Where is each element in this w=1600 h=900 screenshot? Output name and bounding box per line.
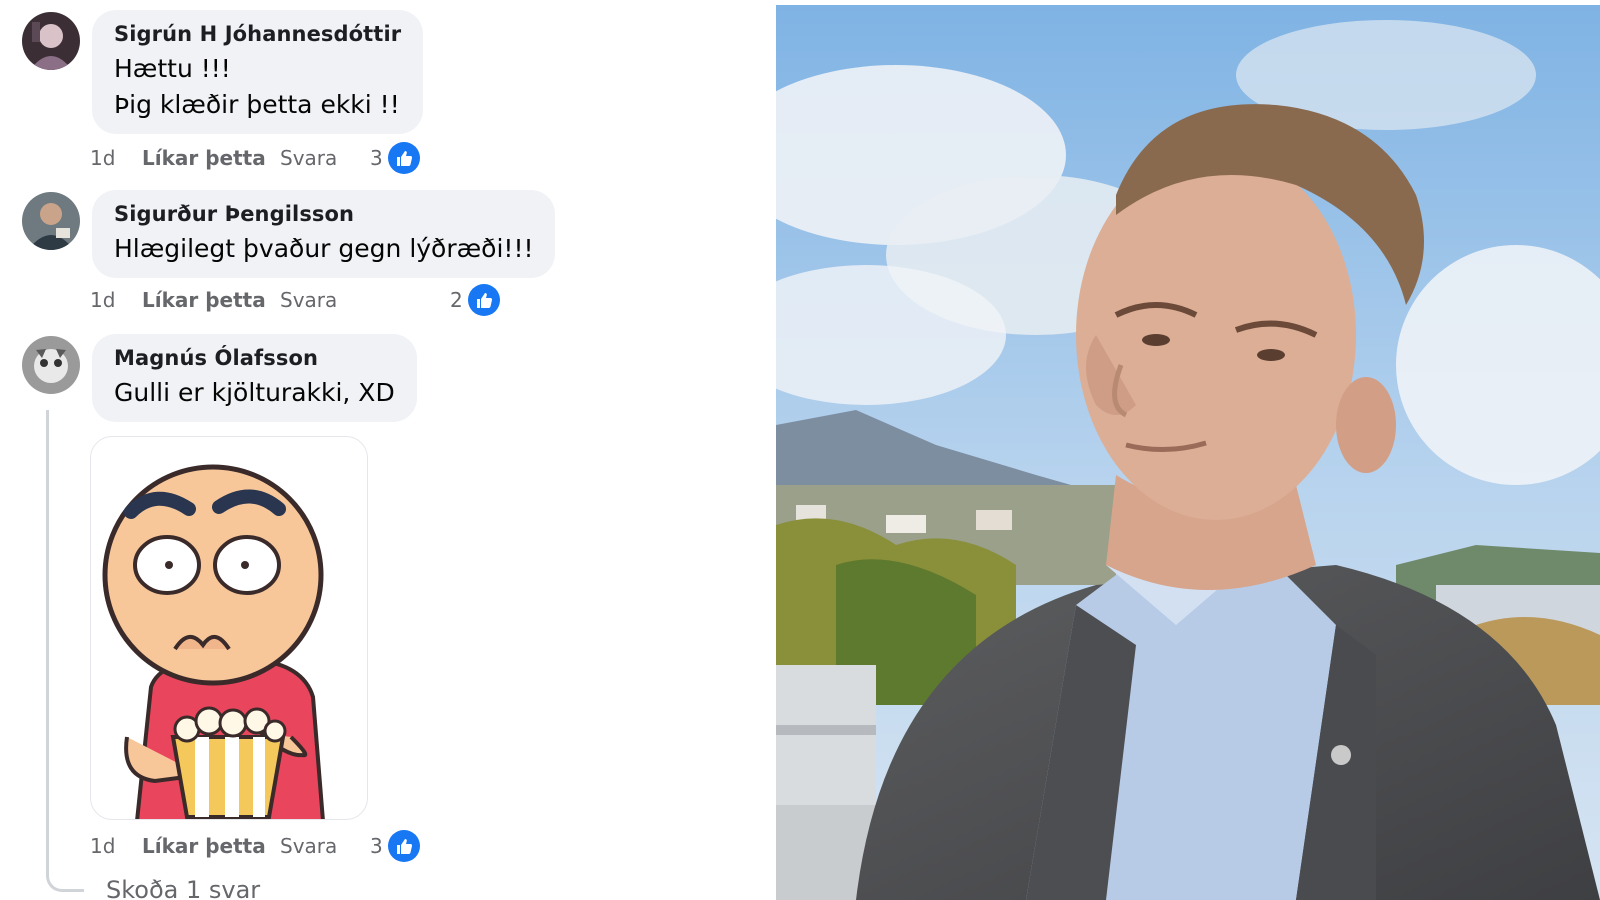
comment-actions: 1d Líkar þetta Svara 3 xyxy=(90,829,420,863)
comment-text-line: Hlægilegt þvaður gegn lýðræði!!! xyxy=(114,234,534,263)
comment-time[interactable]: 1d xyxy=(90,288,142,312)
reaction-count[interactable]: 2 xyxy=(450,288,463,312)
comment-actions: 1d Líkar þetta Svara 3 xyxy=(90,141,420,175)
reply-button[interactable]: Svara xyxy=(280,146,360,170)
comment-time[interactable]: 1d xyxy=(90,834,142,858)
comment-bubble: Magnús Ólafsson Gulli er kjölturakki, XD xyxy=(92,334,417,422)
like-button[interactable]: Líkar þetta xyxy=(142,834,280,858)
comment-actions: 1d Líkar þetta Svara 2 xyxy=(90,283,500,317)
reply-button[interactable]: Svara xyxy=(280,834,360,858)
reaction-count[interactable]: 3 xyxy=(370,834,383,858)
portrait-photo xyxy=(776,5,1600,900)
comment-text-line: Gulli er kjölturakki, XD xyxy=(114,378,395,407)
comment-bubble: Sigrún H Jóhannesdóttir Hættu !!! Þig kl… xyxy=(92,10,424,134)
reaction-count[interactable]: 3 xyxy=(370,146,383,170)
like-button[interactable]: Líkar þetta xyxy=(142,146,280,170)
comment-bubble: Sigurður Þengilsson Hlægilegt þvaður geg… xyxy=(92,190,556,278)
comment-text-line: Þig klæðir þetta ekki !! xyxy=(114,90,400,119)
avatar[interactable] xyxy=(22,336,80,394)
like-button[interactable]: Líkar þetta xyxy=(142,288,280,312)
thumbs-up-icon[interactable] xyxy=(467,284,500,316)
comment-text-line: Hættu !!! xyxy=(114,54,231,83)
comment-author[interactable]: Sigrún H Jóhannesdóttir xyxy=(114,22,401,46)
reply-thread-line xyxy=(46,410,84,892)
comment-thread: Sigrún H Jóhannesdóttir Hættu !!! Þig kl… xyxy=(0,0,770,900)
comment-author[interactable]: Magnús Ólafsson xyxy=(114,346,395,370)
popcorn-sticker-icon xyxy=(102,464,325,819)
avatar[interactable] xyxy=(22,12,80,70)
view-replies-link[interactable]: Skoða 1 svar xyxy=(106,876,260,900)
comment-time[interactable]: 1d xyxy=(90,146,142,170)
sticker[interactable] xyxy=(90,436,368,820)
avatar[interactable] xyxy=(22,192,80,250)
comment-author[interactable]: Sigurður Þengilsson xyxy=(114,202,533,226)
thumbs-up-icon[interactable] xyxy=(387,142,420,174)
thumbs-up-icon[interactable] xyxy=(387,830,420,862)
reply-button[interactable]: Svara xyxy=(280,288,360,312)
